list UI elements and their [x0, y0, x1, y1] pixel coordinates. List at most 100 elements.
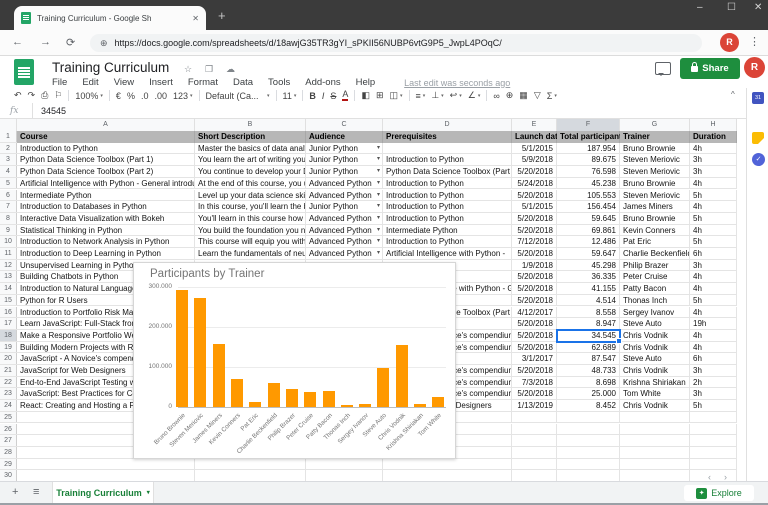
calendar-icon[interactable]: 31	[752, 92, 764, 104]
cell-F25[interactable]	[557, 411, 620, 424]
cell-G11[interactable]: Charlie Beckenfield	[620, 248, 690, 260]
italic-icon[interactable]: I	[322, 91, 325, 101]
menu-format[interactable]: Format	[188, 77, 218, 88]
dropdown-arrow-icon[interactable]: ▾	[377, 154, 380, 165]
cell-D6[interactable]: Introduction to Python	[383, 189, 512, 202]
dropdown-arrow-icon[interactable]: ▾	[377, 190, 380, 201]
cell-A6[interactable]: Intermediate Python	[17, 189, 195, 202]
cell-H7[interactable]: 4h	[690, 201, 737, 213]
row-header-24[interactable]: 24	[0, 400, 17, 411]
sheets-logo-icon[interactable]	[14, 59, 34, 85]
cell-D4[interactable]: Python Data Science Toolbox (Part 1)	[383, 166, 512, 178]
text-color-icon[interactable]: A	[342, 90, 349, 101]
cell-F13[interactable]: 36.335	[557, 271, 620, 284]
row-header-8[interactable]: 8	[0, 212, 17, 224]
paint-format-icon[interactable]: ⚐	[54, 90, 62, 101]
row-header-27[interactable]: 27	[0, 435, 17, 446]
row-header-17[interactable]: 17	[0, 318, 17, 329]
site-info-icon[interactable]: ⊕	[100, 38, 108, 49]
scroll-left-icon[interactable]: ‹	[708, 472, 711, 482]
cell-E3[interactable]: 5/9/2018	[512, 154, 557, 167]
cell-H17[interactable]: 19h	[690, 318, 737, 330]
comment-history-icon[interactable]	[655, 62, 671, 76]
row-header-11[interactable]: 11	[0, 248, 17, 259]
cell-G5[interactable]: Bruno Brownie	[620, 177, 690, 190]
cell-B1[interactable]: Short Description	[195, 131, 306, 143]
insert-comment-icon[interactable]: ⊕	[506, 90, 514, 101]
row-header-3[interactable]: 3	[0, 154, 17, 166]
merge-cells-icon[interactable]: ◫ ▾	[390, 90, 403, 101]
cell-E25[interactable]	[512, 411, 557, 424]
cell-G30[interactable]	[620, 470, 690, 481]
cell-G3[interactable]: Steven Meriovic	[620, 154, 690, 167]
select-all-corner[interactable]	[0, 119, 17, 131]
insert-chart-icon[interactable]: ▦	[519, 90, 528, 101]
functions-icon[interactable]: Σ ▾	[547, 91, 557, 101]
cell-A2[interactable]: Introduction to Python	[17, 142, 195, 155]
cell-H4[interactable]: 3h	[690, 166, 737, 178]
cell-D9[interactable]: Intermediate Python	[383, 224, 512, 237]
cell-E16[interactable]: 4/12/2017	[512, 306, 557, 319]
cell-B9[interactable]: You build the foundation you need	[195, 224, 306, 237]
cell-F6[interactable]: 105.553	[557, 189, 620, 202]
cell-H16[interactable]: 4h	[690, 306, 737, 319]
cell-H2[interactable]: 4h	[690, 142, 737, 155]
cell-F21[interactable]: 48.733	[557, 365, 620, 377]
cell-C1[interactable]: Audience	[306, 131, 383, 143]
cell-E17[interactable]: 5/20/2018	[512, 318, 557, 330]
cell-H6[interactable]: 5h	[690, 189, 737, 202]
back-icon[interactable]: ←	[12, 36, 23, 48]
row-header-2[interactable]: 2	[0, 142, 17, 154]
row-header-18[interactable]: 18	[0, 329, 17, 341]
cell-F4[interactable]: 76.598	[557, 166, 620, 178]
move-to-folder-icon[interactable]: ❐	[205, 64, 213, 75]
cell-G6[interactable]: Steven Meriovic	[620, 189, 690, 202]
cell-E20[interactable]: 3/1/2017	[512, 353, 557, 365]
cell-E23[interactable]: 5/20/2018	[512, 388, 557, 401]
cell-E6[interactable]: 5/20/2018	[512, 189, 557, 202]
print-icon[interactable]: ⎙	[41, 90, 48, 101]
cell-G24[interactable]: Chris Vodnik	[620, 400, 690, 412]
cell-F22[interactable]: 8.698	[557, 376, 620, 389]
percent-format-icon[interactable]: %	[127, 91, 135, 101]
cell-H20[interactable]: 6h	[690, 353, 737, 365]
cell-G17[interactable]: Steve Auto	[620, 318, 690, 330]
cell-D2[interactable]	[383, 142, 512, 155]
more-formats-icon[interactable]: 123 ▾	[173, 91, 193, 101]
decrease-decimals-icon[interactable]: .0	[141, 91, 149, 101]
cell-F5[interactable]: 45.238	[557, 177, 620, 190]
reload-icon[interactable]: ⟳	[66, 36, 75, 49]
address-bar[interactable]: ⊕ https://docs.google.com/spreadsheets/d…	[90, 34, 702, 52]
cell-H21[interactable]: 3h	[690, 365, 737, 377]
cell-F3[interactable]: 89.675	[557, 154, 620, 167]
cell-B30[interactable]	[195, 470, 306, 481]
cell-F12[interactable]: 45.298	[557, 259, 620, 272]
row-header-15[interactable]: 15	[0, 294, 17, 306]
add-sheet-icon[interactable]: +	[12, 486, 18, 498]
forward-icon[interactable]: →	[40, 36, 51, 48]
cell-G22[interactable]: Krishna Shiriakan	[620, 376, 690, 389]
row-header-6[interactable]: 6	[0, 189, 17, 201]
share-button[interactable]: Share	[680, 58, 740, 79]
text-wrap-icon[interactable]: ↩ ▾	[450, 90, 462, 101]
cell-F20[interactable]: 87.547	[557, 353, 620, 365]
new-tab-button[interactable]: +	[218, 8, 226, 23]
row-header-30[interactable]: 30	[0, 470, 17, 481]
cell-H29[interactable]	[690, 458, 737, 471]
cell-G16[interactable]: Sergey Ivanov	[620, 306, 690, 319]
cell-B3[interactable]: You learn the art of writing your ov	[195, 154, 306, 167]
cell-B8[interactable]: You'll learn in this course how to cr	[195, 212, 306, 225]
col-header-E[interactable]: E	[512, 119, 557, 131]
cell-F30[interactable]	[557, 470, 620, 481]
cell-D7[interactable]: Introduction to Python	[383, 201, 512, 213]
row-header-14[interactable]: 14	[0, 283, 17, 294]
undo-icon[interactable]: ↶	[14, 90, 22, 101]
cell-A11[interactable]: Introduction to Deep Learning in Python	[17, 248, 195, 260]
cell-D3[interactable]: Introduction to Python	[383, 154, 512, 167]
col-header-A[interactable]: A	[17, 119, 195, 131]
cell-E10[interactable]: 7/12/2018	[512, 236, 557, 248]
cell-H12[interactable]: 3h	[690, 259, 737, 272]
cell-E12[interactable]: 1/9/2018	[512, 259, 557, 272]
cell-E19[interactable]: 5/20/2018	[512, 341, 557, 354]
cell-D29[interactable]	[383, 458, 512, 471]
